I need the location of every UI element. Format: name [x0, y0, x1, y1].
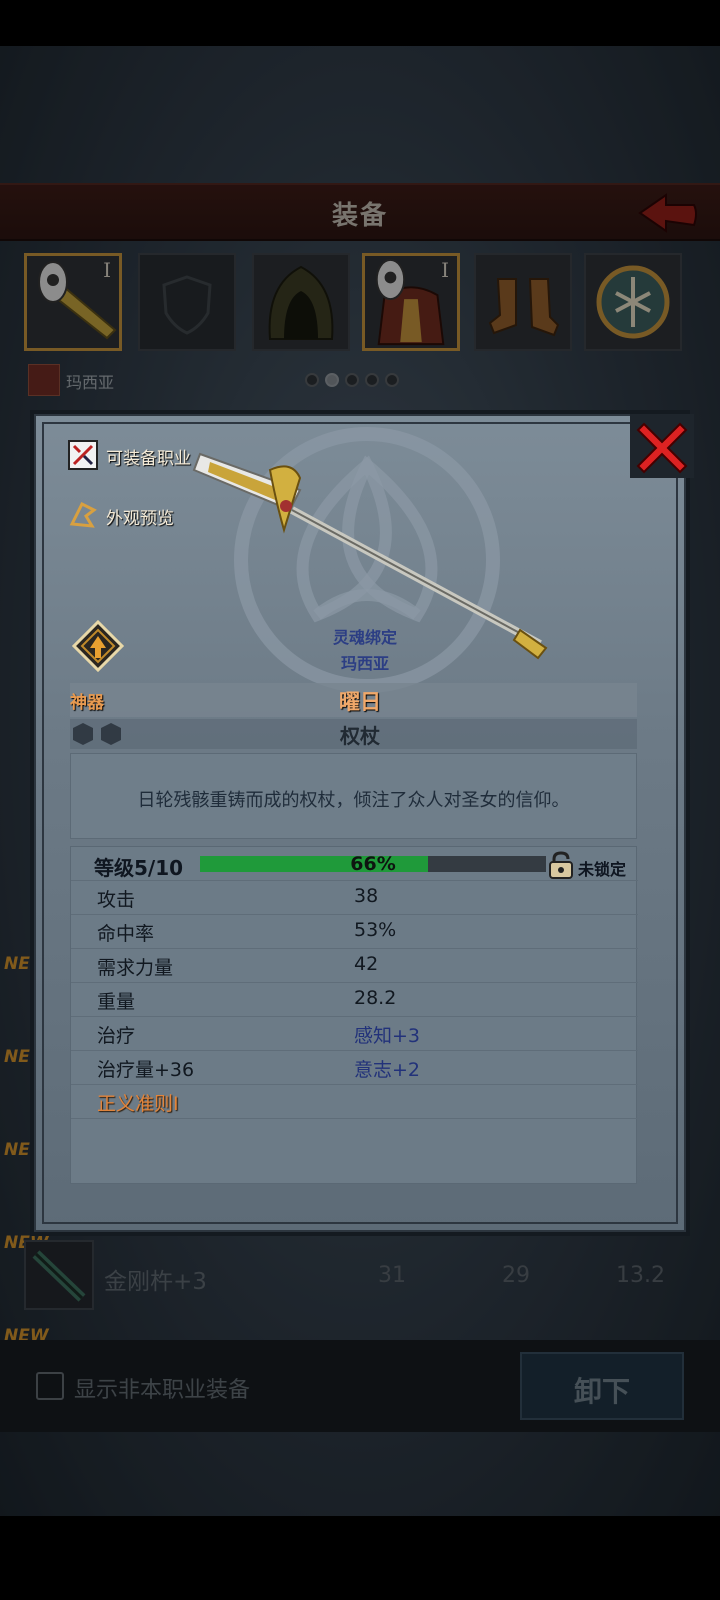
item-description: 日轮残骸重铸而成的权杖，倾注了众人对圣女的信仰。 [137, 790, 570, 811]
lock-icon[interactable] [548, 851, 574, 879]
stat-row: 正义准则I [71, 1085, 638, 1119]
stat-value: 38 [354, 885, 379, 907]
stat-row: 治疗 感知+3 [71, 1017, 638, 1051]
level-progress-text: 66% [350, 853, 396, 875]
stat-row: 需求力量 42 [71, 949, 638, 983]
equip-class-label: 可装备职业 [106, 449, 191, 469]
navigation-bar [0, 1516, 720, 1600]
soulbound-owner: 玛西亚 [340, 654, 389, 673]
skill-label[interactable]: 正义准则I [97, 1089, 179, 1116]
stat-row: 治疗量+36 意志+2 [71, 1051, 638, 1085]
stat-row: 攻击 38 [71, 881, 638, 915]
stat-label: 命中率 [97, 923, 155, 945]
stat-row: 重量 28.2 [71, 983, 638, 1017]
stat-label: 治疗量+36 [97, 1059, 195, 1081]
soulbound-label: 灵魂绑定 [332, 628, 397, 647]
description-box: 日轮残骸重铸而成的权杖，倾注了众人对圣女的信仰。 [70, 753, 637, 839]
preview-icon [69, 501, 97, 528]
item-name: 曜日 [339, 690, 381, 714]
close-icon [636, 422, 688, 474]
appearance-preview-label: 外观预览 [106, 509, 174, 529]
stat-value: 42 [354, 953, 379, 975]
lock-status: 未锁定 [578, 860, 627, 879]
level-progress-bar: 66% [200, 853, 546, 875]
artifact-upgrade-icon[interactable] [72, 620, 124, 672]
item-type: 权杖 [340, 724, 380, 748]
stat-label: 需求力量 [97, 957, 174, 979]
level-label: 等级5/10 [94, 856, 184, 880]
stat-label: 治疗 [97, 1025, 136, 1047]
class-crossed-icon [68, 440, 98, 470]
stat-value: 28.2 [354, 987, 397, 1009]
stat-value: 意志+2 [354, 1059, 421, 1081]
stat-label: 重量 [97, 991, 136, 1013]
stat-value: 感知+3 [354, 1025, 421, 1047]
stats-panel: 攻击 38 命中率 53% 需求力量 42 重量 28.2 治疗 感知+3 治疗… [70, 846, 638, 1184]
game-screen: 装备 I I 玛西亚 NEW NEW NEW NEW 金刚杵+3 31 29 1… [0, 0, 720, 1600]
close-button[interactable] [630, 414, 694, 478]
stat-row: 命中率 53% [71, 915, 638, 949]
stat-label: 攻击 [97, 889, 136, 911]
stat-value: 53% [354, 919, 397, 941]
